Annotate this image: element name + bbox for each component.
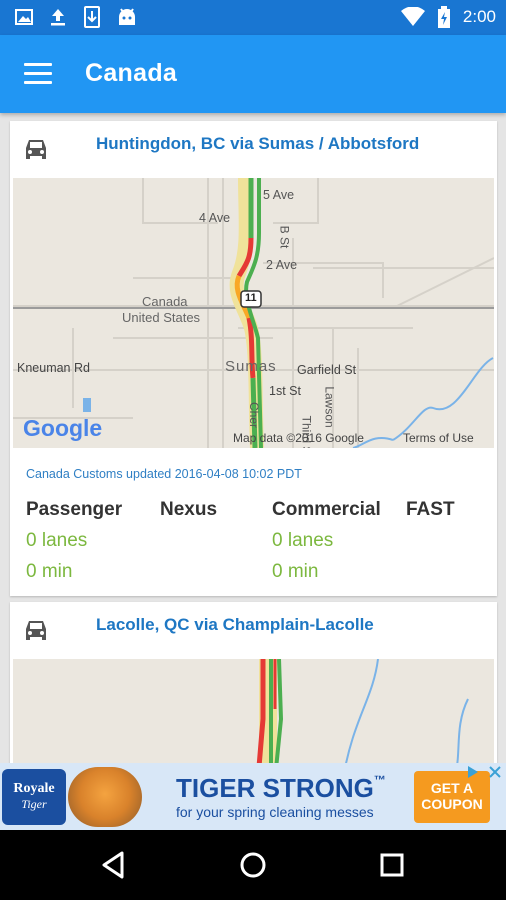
card-header: Lacolle, QC via Champlain-Lacolle xyxy=(10,602,497,659)
ad-choices-icon[interactable] xyxy=(466,765,482,779)
android-icon xyxy=(119,8,135,25)
nexus-column: Nexus xyxy=(160,499,217,521)
map-canvas xyxy=(13,659,494,763)
column-label: Passenger xyxy=(26,499,123,520)
crossing-list[interactable]: Huntingdon, BC via Sumas / Abbotsford 5 … xyxy=(0,113,506,763)
ad-headline-text: TIGER STRONG xyxy=(176,773,374,803)
car-icon xyxy=(26,621,46,640)
status-bar: 2:00 xyxy=(0,0,506,35)
ad-headline: TIGER STRONG™ xyxy=(176,773,386,804)
ad-close-icon[interactable] xyxy=(488,765,502,779)
map-label-1st-st: 1st St xyxy=(269,384,301,398)
google-logo: Google xyxy=(23,415,103,441)
brand-sub: Tiger xyxy=(21,797,47,811)
crossing-card[interactable]: Lacolle, QC via Champlain-Lacolle xyxy=(10,602,497,763)
clock: 2:00 xyxy=(462,7,496,26)
ad-subline: for your spring cleaning messes xyxy=(176,804,374,820)
map-label-sumas: Sumas xyxy=(225,358,277,375)
passenger-column: Passenger 0 lanes 0 min xyxy=(26,499,122,583)
wifi-icon xyxy=(400,7,425,26)
highway-shield: 11 xyxy=(245,292,257,304)
wait-value: 0 min xyxy=(272,561,319,582)
map-label-garfield-st: Garfield St xyxy=(297,363,357,377)
map-label-b-st: B St xyxy=(277,225,292,249)
crossing-map[interactable]: 5 Ave 4 Ave B St 2 Ave 11 Canada United … xyxy=(13,178,494,448)
map-label-kneuman-rd: Kneuman Rd xyxy=(17,361,90,375)
column-label: FAST xyxy=(406,499,455,520)
app-bar: Canada xyxy=(0,35,506,113)
card-header: Huntingdon, BC via Sumas / Abbotsford xyxy=(10,121,497,178)
home-icon[interactable] xyxy=(235,847,271,883)
map-terms-link[interactable]: Terms of Use xyxy=(403,431,474,445)
back-icon[interactable] xyxy=(96,847,132,883)
download-icon xyxy=(84,6,100,28)
lanes-value: 0 lanes xyxy=(272,530,334,551)
brand-name: Royale xyxy=(13,781,55,796)
upload-icon xyxy=(51,9,65,26)
crossing-title[interactable]: Lacolle, QC via Champlain-Lacolle xyxy=(96,615,374,635)
crossing-map[interactable] xyxy=(13,659,494,763)
commercial-column: Commercial 0 lanes 0 min xyxy=(272,499,381,583)
map-label-cher: Cher xyxy=(247,401,262,429)
car-icon xyxy=(26,140,46,159)
page-title: Canada xyxy=(85,59,178,87)
wait-value: 0 min xyxy=(26,561,73,582)
map-label-canada: Canada xyxy=(142,294,188,309)
hamburger-menu-icon[interactable] xyxy=(24,63,52,85)
tiger-image xyxy=(68,767,142,827)
system-nav-bar xyxy=(0,830,506,900)
image-notification-icon xyxy=(15,9,33,25)
lanes-value: 0 lanes xyxy=(26,530,88,551)
column-label: Commercial xyxy=(272,499,381,520)
crossing-card[interactable]: Huntingdon, BC via Sumas / Abbotsford 5 … xyxy=(10,121,497,596)
map-attribution: Map data ©2016 Google xyxy=(233,431,364,445)
brand-logo: Royale Tiger xyxy=(2,769,66,825)
ad-trademark: ™ xyxy=(373,773,386,787)
coupon-button-label: GET A COUPON xyxy=(421,780,483,812)
map-label-united-states: United States xyxy=(122,310,201,325)
battery-icon xyxy=(437,6,450,28)
fast-column: FAST xyxy=(406,499,455,521)
map-label-lawson: Lawson xyxy=(322,386,337,428)
recents-icon[interactable] xyxy=(374,847,410,883)
map-label-2-ave: 2 Ave xyxy=(266,258,298,272)
crossing-title[interactable]: Huntingdon, BC via Sumas / Abbotsford xyxy=(96,134,419,154)
ad-banner[interactable]: Royale Tiger TIGER STRONG™ for your spri… xyxy=(0,763,506,830)
column-label: Nexus xyxy=(160,499,218,520)
map-label-4-ave: 4 Ave xyxy=(199,211,231,225)
updated-timestamp: Canada Customs updated 2016-04-08 10:02 … xyxy=(26,467,302,481)
map-label-5-ave: 5 Ave xyxy=(263,188,295,202)
